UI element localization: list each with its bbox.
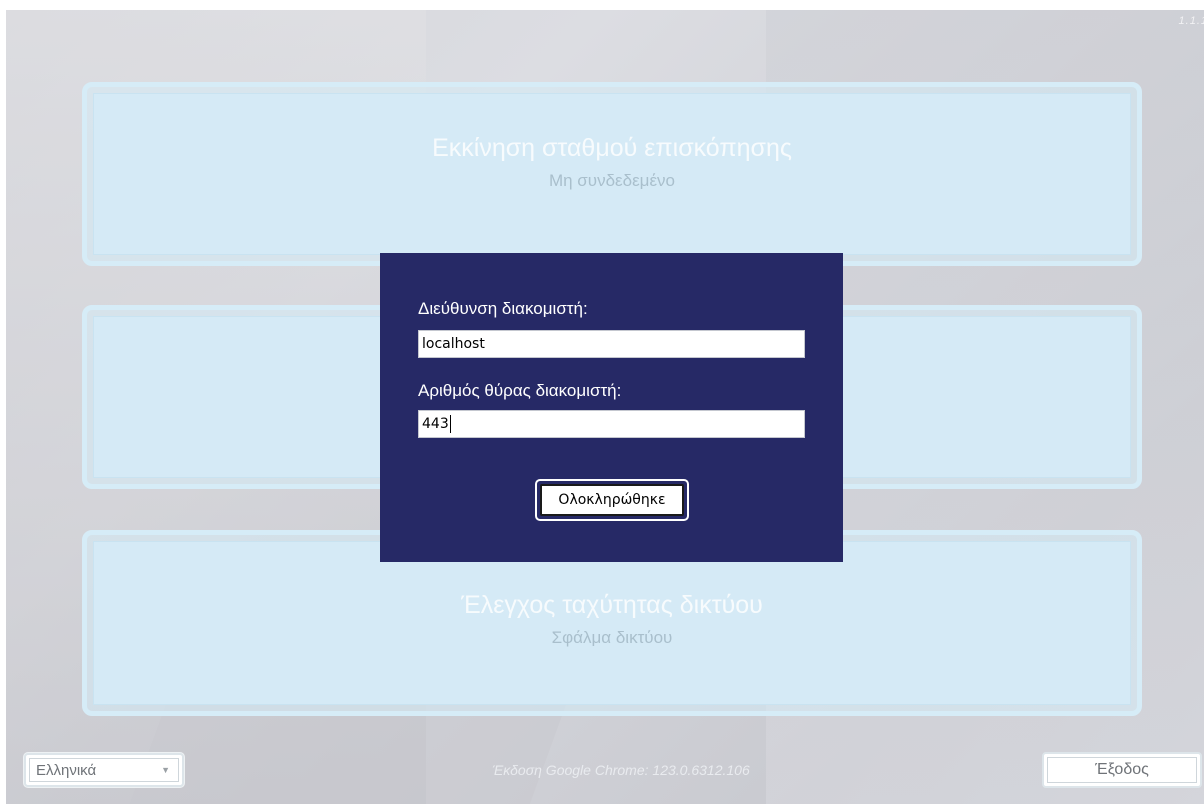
server-address-input[interactable]: localhost	[418, 330, 805, 358]
server-address-label: Διεύθυνση διακομιστή:	[418, 299, 588, 318]
browser-version-text: Έκδοση Google Chrome: 123.0.6312.106	[492, 762, 750, 778]
exit-button-label: Έξοδος	[1047, 757, 1197, 783]
app-version: 1.1.1	[1178, 15, 1204, 27]
exit-button[interactable]: Έξοδος	[1042, 752, 1202, 788]
tile-start-viewing-station[interactable]: Εκκίνηση σταθμού επισκόπησης Μη συνδεδεμ…	[82, 82, 1142, 266]
server-port-label: Αριθμός θύρας διακομιστή:	[418, 381, 622, 400]
server-address-value: localhost	[422, 336, 485, 352]
chevron-down-icon: ▼	[161, 765, 170, 775]
tile-title: Έλεγχος ταχύτητας δικτύου	[461, 590, 763, 619]
done-button-label: Ολοκληρώθηκε	[540, 484, 684, 516]
language-select-value: Ελληνικά	[36, 761, 97, 779]
server-port-input[interactable]: 443	[418, 410, 805, 438]
tile-status: Μη συνδεδεμένο	[548, 170, 676, 190]
language-select[interactable]: Ελληνικά ▼	[24, 753, 184, 787]
tile-title: Εκκίνηση σταθμού επισκόπησης	[432, 133, 792, 162]
tile-status: Σφάλμα δικτύου	[551, 627, 673, 647]
text-caret	[449, 415, 451, 433]
server-settings-dialog: Διεύθυνση διακομιστή: localhost Αριθμός …	[380, 253, 843, 562]
done-button[interactable]: Ολοκληρώθηκε	[535, 479, 689, 521]
server-port-value: 443	[422, 416, 449, 432]
